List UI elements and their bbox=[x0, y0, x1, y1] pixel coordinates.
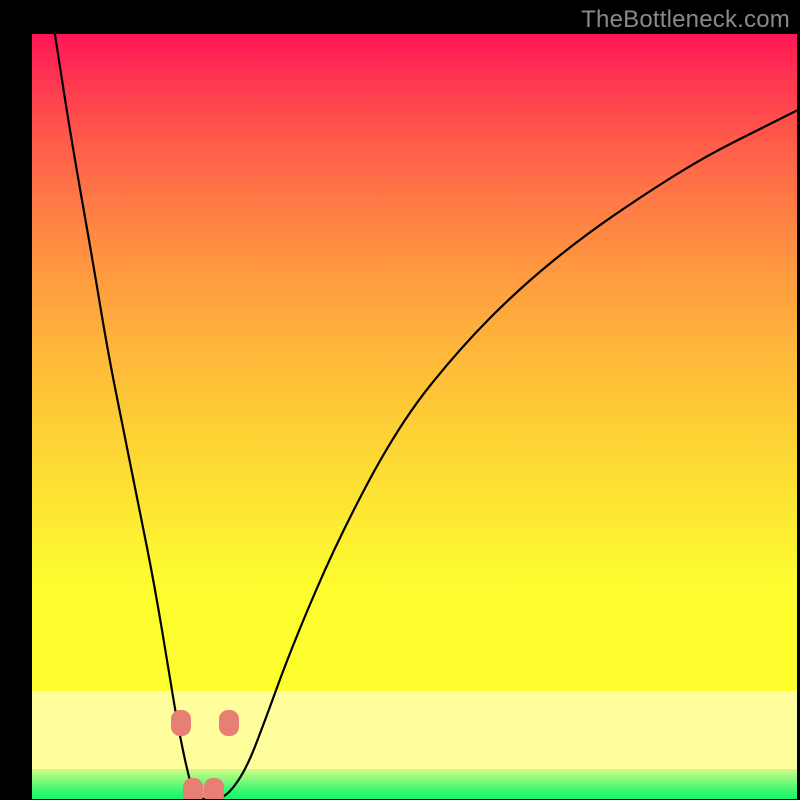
curve-marker bbox=[204, 778, 224, 799]
gradient-bg-pale bbox=[32, 691, 797, 769]
gradient-bg-green bbox=[32, 769, 797, 799]
gradient-bg-main bbox=[32, 34, 797, 691]
curve-marker bbox=[219, 710, 239, 736]
curve-marker bbox=[171, 710, 191, 736]
chart-frame bbox=[32, 34, 797, 799]
watermark-text: TheBottleneck.com bbox=[581, 6, 790, 34]
curve-marker bbox=[183, 778, 203, 799]
